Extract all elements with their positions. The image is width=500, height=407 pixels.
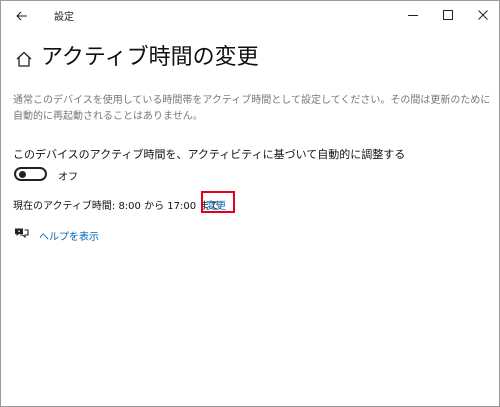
home-icon bbox=[16, 51, 32, 67]
back-arrow-icon bbox=[16, 11, 27, 21]
title-bar: 設定 bbox=[1, 1, 499, 31]
minimize-button[interactable] bbox=[396, 1, 430, 29]
description-text: 通常このデバイスを使用している時間帯をアクティブ時間として設定してください。その… bbox=[13, 95, 491, 122]
current-active-hours: 現在のアクティブ時間: 8:00 から 17:00 まで bbox=[13, 201, 220, 212]
window-title: 設定 bbox=[54, 12, 74, 23]
close-icon bbox=[478, 10, 488, 20]
back-button[interactable] bbox=[9, 3, 35, 29]
auto-adjust-label: このデバイスのアクティブ時間を、アクティビティに基づいて自動的に調整する bbox=[13, 148, 406, 161]
toggle-state-label: オフ bbox=[58, 172, 78, 183]
minimize-icon bbox=[408, 15, 418, 16]
settings-window: 設定 アクティブ時間の変更 通常このデバイスを使用している時間帯をアクティブ時間… bbox=[0, 0, 500, 407]
help-chat-icon[interactable] bbox=[14, 227, 29, 240]
maximize-button[interactable] bbox=[431, 1, 465, 29]
change-link[interactable]: 変更 bbox=[206, 197, 226, 212]
toggle-knob bbox=[19, 171, 26, 178]
help-link[interactable]: ヘルプを表示 bbox=[39, 228, 99, 243]
auto-adjust-toggle[interactable] bbox=[14, 167, 47, 181]
maximize-icon bbox=[443, 10, 453, 20]
page-title: アクティブ時間の変更 bbox=[41, 45, 259, 70]
close-button[interactable] bbox=[466, 1, 499, 29]
